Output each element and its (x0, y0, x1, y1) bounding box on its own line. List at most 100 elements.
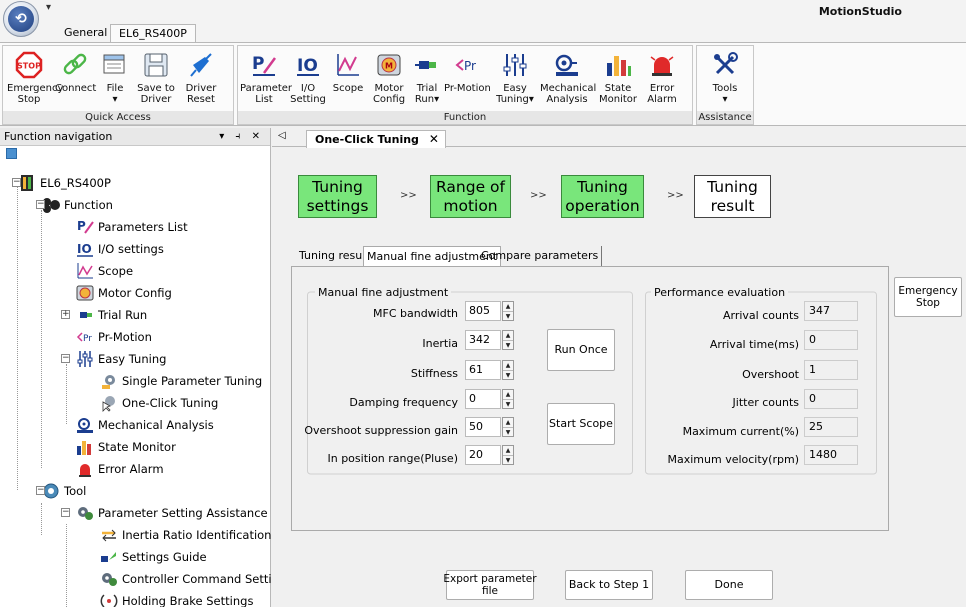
tools-ribbon-button[interactable]: Tools ▾ (703, 50, 747, 105)
tree-item-parameter-setting-assistance[interactable]: Parameter Setting Assistance (76, 502, 268, 524)
connect-ribbon-button[interactable]: Connect (55, 50, 96, 94)
book-icon[interactable] (6, 148, 17, 159)
file-ribbon-button[interactable]: File ▾ (99, 50, 131, 105)
overshoot-suppression-gain-field[interactable]: 50 (465, 417, 501, 437)
done-button[interactable]: Done (685, 570, 773, 600)
scope-ribbon-button[interactable]: Scope (330, 50, 366, 94)
navigation-header: Function navigation ▾ ⫞ ✕ (0, 128, 270, 146)
tree-item-single-parameter-tuning[interactable]: Single Parameter Tuning (100, 370, 262, 392)
app-orb-icon[interactable]: ⟲ (3, 1, 39, 37)
single-tuning-icon (100, 372, 118, 390)
tree-item-pr-motion[interactable]: Pr Pr-Motion (76, 326, 152, 348)
in-position-range-stepper[interactable]: ▲ ▼ (502, 445, 514, 465)
trial-run-icon (76, 306, 94, 324)
tree-item-easy-tuning[interactable]: Easy Tuning (76, 348, 166, 370)
expander-easy-tuning[interactable]: − (61, 354, 70, 363)
ribbon-group-label-quick-access: Quick Access (3, 111, 233, 124)
tree-item-controller-command-settings[interactable]: Controller Command Settir (100, 568, 276, 590)
tree-item-one-click-tuning[interactable]: One-Click Tuning (100, 392, 218, 414)
svg-text:M: M (385, 62, 393, 71)
tree-item-motor-config[interactable]: Motor Config (76, 282, 172, 304)
tree-item-state-monitor[interactable]: State Monitor (76, 436, 176, 458)
svg-text:Pr: Pr (83, 334, 92, 344)
tree-item-tool[interactable]: Tool (42, 480, 86, 502)
save-to-driver-ribbon-button[interactable]: Save to Driver (135, 50, 177, 105)
parameter-list-ribbon-button[interactable]: P Parameter List (240, 50, 292, 105)
step-tuning-operation: Tuning operation (561, 175, 644, 218)
io-setting-ribbon-button[interactable]: IO I/O Setting (290, 50, 326, 105)
ribbon-tab-general[interactable]: General (56, 24, 115, 42)
overshoot-suppression-gain-label: Overshoot suppression gain (304, 424, 458, 437)
start-scope-button[interactable]: Start Scope (547, 403, 615, 445)
inertia-stepper[interactable]: ▲ ▼ (502, 330, 514, 350)
tree-item-parameters-list[interactable]: P Parameters List (76, 216, 188, 238)
controller-command-icon (100, 570, 118, 588)
expander-trial-run[interactable]: + (61, 310, 70, 319)
motor-config-ribbon-button[interactable]: M Motor Config (370, 50, 408, 105)
damping-frequency-stepper[interactable]: ▲ ▼ (502, 389, 514, 409)
expander-tool[interactable]: − (36, 486, 45, 495)
mfc-bandwidth-label: MFC bandwidth (373, 307, 458, 320)
app-title: MotionStudio (818, 5, 902, 18)
tree-item-scope[interactable]: Scope (76, 260, 133, 282)
tree-item-holding-brake-settings[interactable]: Holding Brake Settings (100, 590, 253, 607)
tree-item-settings-guide[interactable]: Settings Guide (100, 546, 207, 568)
inertia-field[interactable]: 342 (465, 330, 501, 350)
in-position-range-field[interactable]: 20 (465, 445, 501, 465)
tab-one-click-tuning[interactable]: One-Click Tuning ✕ (306, 130, 446, 148)
driver-reset-ribbon-button[interactable]: Driver Reset (181, 50, 221, 105)
expander-function[interactable]: − (36, 200, 45, 209)
export-parameter-file-button[interactable]: Export parameter file (443, 570, 537, 600)
step-tuning-result: Tuning result (694, 175, 771, 218)
maximum-current-label: Maximum current(%) (682, 425, 799, 438)
ribbon-tab-el6[interactable]: EL6_RS400P (110, 24, 196, 43)
performance-groupbox-title: Performance evaluation (651, 286, 789, 299)
expander-device[interactable]: − (12, 178, 21, 187)
overshoot-suppression-gain-stepper[interactable]: ▲ ▼ (502, 417, 514, 437)
easy-tuning-ribbon-button[interactable]: Easy Tuning▾ (494, 50, 536, 105)
emergency-stop-button[interactable]: Emergency Stop (894, 277, 962, 317)
expander-parameter-setting-assistance[interactable]: − (61, 508, 70, 517)
pr-motion-ribbon-button[interactable]: Pr Pr-Motion (444, 50, 491, 94)
damping-frequency-field[interactable]: 0 (465, 389, 501, 409)
error-alarm-ribbon-button[interactable]: Error Alarm (642, 50, 682, 105)
stiffness-field[interactable]: 61 (465, 360, 501, 380)
error-alarm-icon (76, 460, 94, 478)
back-to-step1-button[interactable]: Back to Step 1 (565, 570, 653, 600)
in-position-range-label: In position range(Pluse) (327, 452, 458, 465)
trial-run-ribbon-button[interactable]: Trial Run▾ (412, 50, 442, 105)
state-monitor-icon (76, 438, 94, 456)
maximum-current-value: 25 (804, 417, 858, 437)
navigation-pane-controls[interactable]: ▾ ⫞ ✕ (219, 128, 264, 146)
tree-item-device[interactable]: EL6_RS400P (18, 172, 111, 194)
gear-assist-icon (76, 504, 94, 522)
quick-access-dropdown-icon[interactable]: ▾ (46, 2, 51, 13)
easy-tuning-icon (503, 54, 527, 76)
mechanical-analysis-ribbon-button[interactable]: Mechanical Analysis (540, 50, 596, 105)
tab-scroll-left-icon[interactable]: ◁ (278, 130, 286, 141)
tree-item-inertia-ratio-identification[interactable]: Inertia Ratio Identification (100, 524, 271, 546)
tree-item-function[interactable]: Function (42, 194, 113, 216)
navigation-toolbar (0, 148, 270, 164)
mfc-bandwidth-stepper[interactable]: ▲ ▼ (502, 301, 514, 321)
run-once-button[interactable]: Run Once (547, 329, 615, 371)
motor-config-icon: M (377, 54, 401, 76)
state-monitor-ribbon-button[interactable]: State Monitor (596, 50, 640, 105)
ribbon: STOP Emergency Stop Connect File ▾ Save … (0, 42, 966, 126)
stiffness-stepper[interactable]: ▲ ▼ (502, 360, 514, 380)
jitter-counts-label: Jitter counts (732, 396, 799, 409)
emergency-stop-ribbon-button[interactable]: STOP Emergency Stop (7, 50, 63, 105)
tree-item-error-alarm[interactable]: Error Alarm (76, 458, 164, 480)
easy-tuning-icon (76, 350, 94, 368)
arrival-time-label: Arrival time(ms) (709, 338, 799, 351)
close-tab-icon[interactable]: ✕ (429, 131, 439, 148)
tree-item-mechanical-analysis[interactable]: Mechanical Analysis (76, 414, 214, 436)
tab-compare-parameters[interactable]: Compare parameters (478, 246, 603, 266)
mfc-bandwidth-field[interactable]: 805 (465, 301, 501, 321)
stiffness-label: Stiffness (410, 367, 458, 380)
tab-tuning-result[interactable]: Tuning result (296, 246, 374, 266)
tree-item-io-settings[interactable]: IO I/O settings (76, 238, 164, 260)
tree-item-trial-run[interactable]: Trial Run (76, 304, 147, 326)
step-separator-3: >> (667, 190, 684, 201)
svg-text:P: P (252, 54, 264, 74)
